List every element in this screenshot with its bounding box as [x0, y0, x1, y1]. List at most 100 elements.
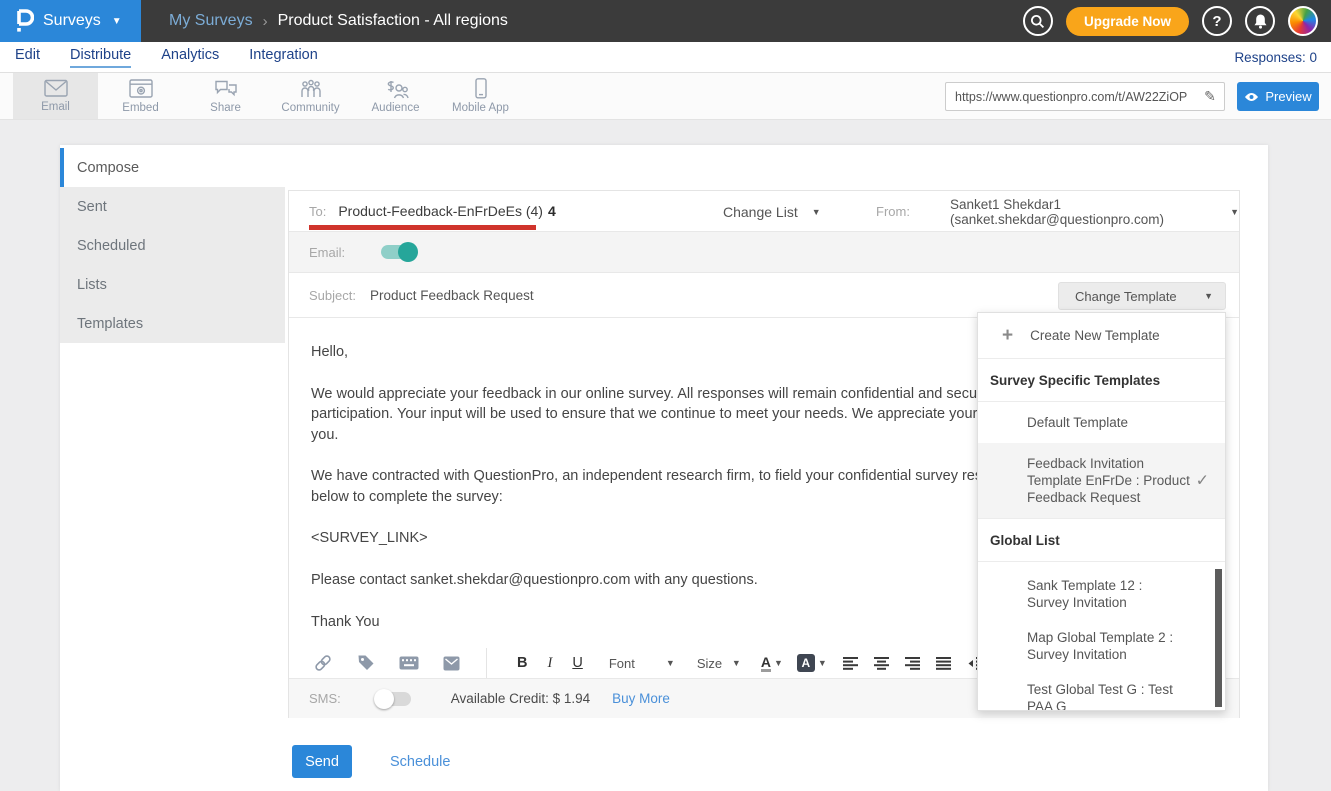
upgrade-now-button[interactable]: Upgrade Now	[1066, 7, 1189, 36]
chevron-down-icon: ▼	[1204, 291, 1213, 301]
text-color-label: A	[761, 655, 771, 672]
bell-icon	[1253, 13, 1268, 29]
from-selector[interactable]: From: Sanket1 Shekdar1 (sanket.shekdar@q…	[856, 191, 1239, 232]
app-header: Surveys ▼ My Surveys › Product Satisfact…	[0, 0, 1331, 42]
highlight-color-label: A	[797, 654, 815, 672]
questionpro-logo-icon	[14, 9, 34, 33]
preview-label: Preview	[1265, 89, 1311, 104]
buy-more-link[interactable]: Buy More	[612, 691, 670, 706]
email-toggle-row: Email:	[289, 232, 1239, 273]
italic-button[interactable]: I	[547, 655, 552, 672]
link-icon	[313, 654, 333, 672]
menu-scrollbar[interactable]	[1215, 569, 1222, 707]
font-select[interactable]: Font ▼	[609, 656, 675, 671]
create-new-template-item[interactable]: + Create New Template	[978, 313, 1225, 359]
toolbar-divider	[486, 648, 487, 678]
survey-nav-tabs: Edit Distribute Analytics Integration Re…	[0, 42, 1331, 73]
tab-edit[interactable]: Edit	[15, 47, 40, 68]
change-template-label: Change Template	[1075, 289, 1177, 304]
tab-integration[interactable]: Integration	[249, 47, 318, 68]
menu-item-label: Feedback Invitation Template EnFrDe : Pr…	[1027, 456, 1190, 505]
send-button[interactable]: Send	[292, 745, 352, 778]
text-color-button[interactable]: A ▼	[761, 655, 783, 672]
size-select[interactable]: Size ▼	[697, 656, 741, 671]
font-select-label: Font	[609, 656, 635, 671]
preview-button[interactable]: Preview	[1237, 82, 1319, 111]
insert-tag-button[interactable]	[357, 654, 375, 672]
align-right-button[interactable]	[905, 657, 920, 670]
align-center-icon	[874, 657, 889, 670]
insert-link-button[interactable]	[313, 654, 333, 672]
product-switcher[interactable]: Surveys ▼	[0, 0, 141, 42]
email-toggle[interactable]	[381, 245, 415, 259]
channel-label: Email	[41, 101, 70, 113]
align-justify-button[interactable]	[936, 657, 951, 670]
edit-url-button[interactable]: ✎	[1196, 83, 1224, 110]
tab-analytics[interactable]: Analytics	[161, 47, 219, 68]
share-icon	[214, 79, 238, 99]
underline-button[interactable]: U	[572, 655, 582, 671]
change-list-button[interactable]: Change List ▼	[723, 191, 821, 232]
channel-share[interactable]: Share	[183, 73, 268, 119]
channel-embed[interactable]: Embed	[98, 73, 183, 119]
menu-item-test-global-test-g[interactable]: Test Global Test G : Test PAA G	[978, 672, 1225, 711]
align-center-button[interactable]	[874, 657, 889, 670]
insert-email-image-button[interactable]	[443, 656, 460, 671]
tab-distribute[interactable]: Distribute	[70, 47, 131, 68]
align-left-button[interactable]	[843, 657, 858, 670]
chevron-down-icon: ▼	[732, 658, 741, 668]
channel-community[interactable]: Community	[268, 73, 353, 119]
channel-audience[interactable]: Audience	[353, 73, 438, 119]
schedule-link[interactable]: Schedule	[390, 754, 450, 770]
recipients-row: To: Product-Feedback-EnFrDeEs (4) 4 Chan…	[289, 191, 1239, 232]
community-icon	[299, 79, 323, 99]
sidebar-item-templates[interactable]: Templates	[60, 304, 285, 343]
menu-item-default-template[interactable]: Default Template	[978, 402, 1225, 443]
breadcrumb: My Surveys › Product Satisfaction - All …	[169, 12, 508, 30]
change-list-label: Change List	[723, 204, 798, 220]
help-button[interactable]: ?	[1202, 6, 1232, 36]
recipient-underline	[309, 225, 536, 230]
email-toggle-label: Email:	[309, 245, 345, 260]
survey-url-text[interactable]: https://www.questionpro.com/t/AW22ZiOP	[946, 90, 1196, 104]
chevron-down-icon: ▼	[1230, 207, 1239, 217]
keyboard-shortcuts-button[interactable]	[399, 656, 419, 670]
channel-mobile-app[interactable]: Mobile App	[438, 73, 523, 119]
align-right-icon	[905, 657, 920, 670]
menu-item-feedback-invitation-template[interactable]: Feedback Invitation Template EnFrDe : Pr…	[978, 443, 1225, 518]
menu-item-map-global-template-2[interactable]: Map Global Template 2 : Survey Invitatio…	[978, 620, 1225, 672]
plus-icon: +	[1002, 325, 1013, 347]
sms-toggle[interactable]	[377, 692, 411, 706]
to-label: To:	[309, 204, 326, 219]
sidebar-item-compose[interactable]: Compose	[60, 148, 285, 187]
recipient-list-name[interactable]: Product-Feedback-EnFrDeEs (4)	[338, 203, 543, 219]
sidebar-item-sent[interactable]: Sent	[60, 187, 285, 226]
chevron-down-icon: ▼	[112, 16, 122, 27]
bold-button[interactable]: B	[517, 655, 527, 671]
highlight-color-button[interactable]: A ▼	[797, 654, 827, 672]
sidebar-item-label: Scheduled	[77, 238, 146, 254]
breadcrumb-my-surveys[interactable]: My Surveys	[169, 12, 253, 30]
subject-input[interactable]: Product Feedback Request	[370, 288, 534, 303]
responses-count[interactable]: Responses: 0	[1234, 50, 1317, 65]
send-actions: Send Schedule	[292, 745, 450, 778]
sidebar-item-lists[interactable]: Lists	[60, 265, 285, 304]
chevron-down-icon: ▼	[774, 658, 783, 668]
search-button[interactable]	[1023, 6, 1053, 36]
embed-icon	[129, 79, 153, 99]
email-icon	[44, 79, 68, 98]
pencil-icon: ✎	[1204, 88, 1216, 105]
survey-url-field[interactable]: https://www.questionpro.com/t/AW22ZiOP ✎	[945, 82, 1225, 111]
user-avatar[interactable]	[1288, 6, 1318, 36]
align-justify-icon	[936, 657, 951, 670]
menu-item-sank-template-12[interactable]: Sank Template 12 : Survey Invitation	[978, 562, 1225, 620]
toggle-knob	[398, 242, 418, 262]
align-left-icon	[843, 657, 858, 670]
channel-label: Community	[281, 102, 339, 114]
change-template-button[interactable]: Change Template ▼	[1058, 282, 1226, 310]
eye-icon	[1244, 92, 1259, 102]
menu-section-header-survey-specific: Survey Specific Templates	[978, 359, 1225, 402]
channel-email[interactable]: Email	[13, 73, 98, 119]
notifications-button[interactable]	[1245, 6, 1275, 36]
sidebar-item-scheduled[interactable]: Scheduled	[60, 226, 285, 265]
